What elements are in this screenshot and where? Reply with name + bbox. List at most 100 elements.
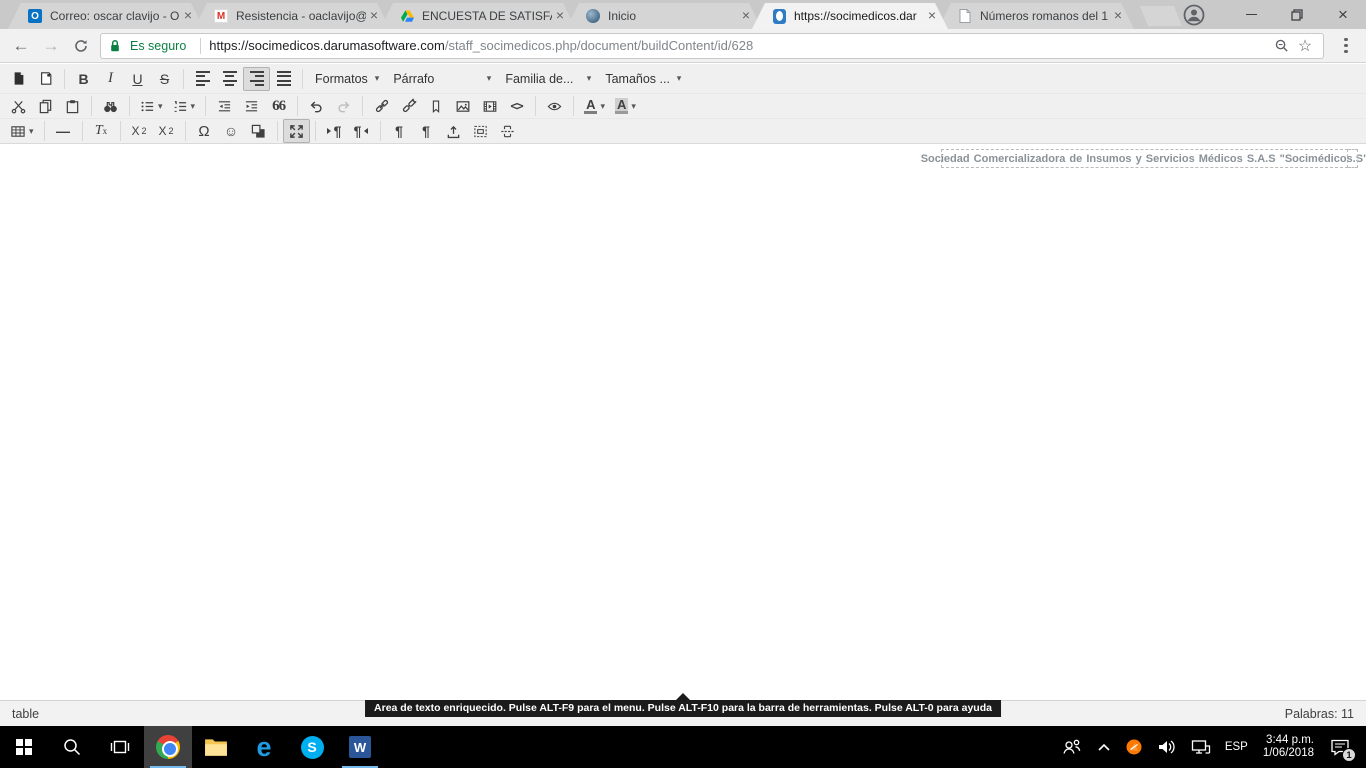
insert-image-button[interactable] xyxy=(449,94,476,118)
paste-button[interactable] xyxy=(59,94,86,118)
action-center-button[interactable]: 1 xyxy=(1322,726,1362,768)
taskbar-clock[interactable]: 3:44 p.m. 1/06/2018 xyxy=(1255,734,1322,760)
redo-button[interactable] xyxy=(330,94,357,118)
fullscreen-button[interactable] xyxy=(283,119,310,143)
find-replace-button[interactable] xyxy=(97,94,124,118)
emoticons-button[interactable]: ☺ xyxy=(218,119,245,143)
numbered-list-button[interactable]: ▾ xyxy=(168,94,201,118)
word-icon: W xyxy=(349,736,371,758)
forward-button[interactable]: → xyxy=(36,32,66,60)
tab-socimedicos-active[interactable]: https://socimedicos.dar × xyxy=(752,3,948,29)
tab-encuesta[interactable]: ENCUESTA DE SATISFAC × xyxy=(380,3,576,29)
decrease-indent-button[interactable] xyxy=(211,94,238,118)
url-text[interactable]: https://socimedicos.darumasoftware.com/s… xyxy=(209,38,1269,53)
copy-button[interactable] xyxy=(32,94,59,118)
back-button[interactable]: ← xyxy=(6,32,36,60)
element-path[interactable]: table xyxy=(12,707,39,721)
bullet-list-button[interactable]: ▾ xyxy=(135,94,168,118)
align-center-button[interactable] xyxy=(216,67,243,91)
address-bar[interactable]: Es seguro https://socimedicos.darumasoft… xyxy=(100,33,1324,59)
align-right-button[interactable] xyxy=(243,67,270,91)
insert-media-button[interactable] xyxy=(476,94,503,118)
task-view-button[interactable] xyxy=(96,726,144,768)
tab-correo[interactable]: O Correo: oscar clavijo - O × xyxy=(8,3,204,29)
tab-resistencia[interactable]: M Resistencia - oaclavijo@ × xyxy=(194,3,390,29)
font-size-dropdown[interactable]: Tamaños ...▾ xyxy=(598,67,688,91)
search-button[interactable] xyxy=(48,726,96,768)
editor-content[interactable]: Sociedad Comercializadora de Insumos y S… xyxy=(0,145,1366,700)
page-break-button[interactable] xyxy=(494,119,521,143)
tab-close-icon[interactable]: × xyxy=(1110,8,1126,24)
taskbar-edge-button[interactable]: e xyxy=(240,726,288,768)
restore-button[interactable] xyxy=(1274,1,1320,29)
volume-icon[interactable] xyxy=(1150,726,1184,768)
clear-formatting-button[interactable]: Tx xyxy=(88,119,115,143)
header-table[interactable]: Sociedad Comercializadora de Insumos y S… xyxy=(941,149,1358,168)
tab-numeros-romanos[interactable]: Números romanos del 1 × xyxy=(938,3,1134,29)
subscript-button[interactable]: X2 xyxy=(126,119,153,143)
tab-title: https://socimedicos.dar xyxy=(794,9,924,23)
new-tab-button[interactable] xyxy=(1140,6,1182,26)
taskbar-skype-button[interactable]: S xyxy=(288,726,336,768)
text-color-button[interactable]: A▾ xyxy=(579,94,610,118)
network-icon[interactable] xyxy=(1184,726,1218,768)
reload-button[interactable] xyxy=(66,32,96,60)
cut-button[interactable] xyxy=(5,94,32,118)
anchor-button[interactable] xyxy=(422,94,449,118)
tab-close-icon[interactable]: × xyxy=(552,8,568,24)
browser-menu-icon[interactable] xyxy=(1332,32,1360,60)
tab-close-icon[interactable]: × xyxy=(180,8,196,24)
taskbar-word-button[interactable]: W xyxy=(336,726,384,768)
insert-template-button[interactable] xyxy=(467,119,494,143)
tooltip-caret xyxy=(676,693,690,700)
new-document-button[interactable] xyxy=(5,67,32,91)
start-button[interactable] xyxy=(0,726,48,768)
tab-close-icon[interactable]: × xyxy=(738,8,754,24)
taskbar-chrome-button[interactable] xyxy=(144,726,192,768)
horizontal-rule-button[interactable]: — xyxy=(50,119,77,143)
taskbar-explorer-button[interactable] xyxy=(192,726,240,768)
visual-blocks-button[interactable] xyxy=(245,119,272,143)
font-family-dropdown[interactable]: Familia de...▾ xyxy=(498,67,598,91)
numbered-list-icon xyxy=(173,99,188,114)
restore-draft-button[interactable] xyxy=(32,67,59,91)
underline-button[interactable]: U xyxy=(124,67,151,91)
strikethrough-button[interactable]: S xyxy=(151,67,178,91)
blockquote-button[interactable]: 66 xyxy=(265,94,292,118)
remove-link-button[interactable] xyxy=(395,94,422,118)
source-code-button[interactable]: <> xyxy=(503,94,530,118)
ltr-button[interactable]: ¶ xyxy=(321,119,348,143)
background-color-button[interactable]: A▾ xyxy=(610,94,641,118)
show-paragraphs-button[interactable]: ¶ xyxy=(413,119,440,143)
show-hidden-icons-chevron[interactable] xyxy=(1090,726,1118,768)
undo-button[interactable] xyxy=(303,94,330,118)
profile-avatar-icon[interactable] xyxy=(1182,3,1206,27)
header-table-mini-cell[interactable] xyxy=(1348,149,1358,168)
increase-indent-button[interactable] xyxy=(238,94,265,118)
people-icon[interactable] xyxy=(1054,726,1090,768)
bold-button[interactable]: B xyxy=(70,67,97,91)
tab-close-icon[interactable]: × xyxy=(924,8,940,24)
insert-link-button[interactable] xyxy=(368,94,395,118)
special-character-button[interactable]: Ω xyxy=(191,119,218,143)
table-button[interactable]: ▾ xyxy=(5,119,39,143)
formats-dropdown[interactable]: Formatos▾ xyxy=(308,67,386,91)
close-window-button[interactable]: × xyxy=(1320,1,1366,29)
preview-button[interactable] xyxy=(541,94,568,118)
bookmark-star-icon[interactable]: ☆ xyxy=(1293,34,1317,58)
import-button[interactable] xyxy=(440,119,467,143)
align-left-button[interactable] xyxy=(189,67,216,91)
language-indicator[interactable]: ESP xyxy=(1218,726,1255,768)
paragraph-dropdown[interactable]: Párrafo▾ xyxy=(386,67,498,91)
tab-inicio[interactable]: Inicio × xyxy=(566,3,762,29)
zoom-search-icon[interactable] xyxy=(1269,34,1293,58)
show-invisibles-button[interactable]: ¶ xyxy=(386,119,413,143)
minimize-button[interactable] xyxy=(1228,1,1274,29)
justify-button[interactable] xyxy=(270,67,297,91)
rtl-button[interactable]: ¶ xyxy=(348,119,375,143)
superscript-button[interactable]: X2 xyxy=(153,119,180,143)
tab-close-icon[interactable]: × xyxy=(366,8,382,24)
header-table-cell[interactable]: Sociedad Comercializadora de Insumos y S… xyxy=(941,149,1348,168)
avast-icon[interactable] xyxy=(1118,726,1150,768)
italic-button[interactable]: I xyxy=(97,67,124,91)
